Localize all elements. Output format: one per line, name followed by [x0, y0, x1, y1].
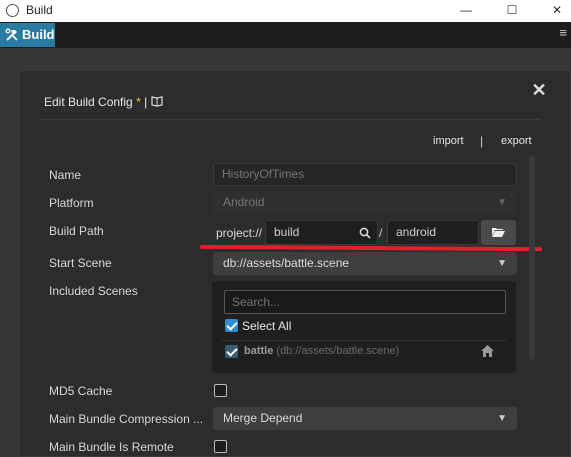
- chevron-down-icon: ▼: [497, 413, 507, 424]
- platform-select[interactable]: Android ▼: [213, 191, 517, 214]
- start-scene-select[interactable]: db://assets/battle.scene ▼: [213, 252, 517, 275]
- is-remote-label: Main Bundle Is Remote: [49, 440, 174, 454]
- md5-cache-label: MD5 Cache: [49, 384, 113, 398]
- panel-tabbar: [0, 22, 571, 48]
- build-path-input[interactable]: build: [265, 220, 378, 245]
- dialog-scrollbar[interactable]: [529, 155, 535, 360]
- scene-item-name: battle: [244, 345, 274, 357]
- title-divider: [40, 119, 540, 120]
- maximize-button[interactable]: ☐: [492, 0, 532, 22]
- build-path-label: Build Path: [49, 224, 104, 238]
- tab-build[interactable]: Build: [0, 23, 55, 47]
- chevron-down-icon: ▼: [497, 197, 507, 208]
- window-title: Build: [26, 3, 53, 17]
- scene-item-path: (db://assets/battle.scene): [276, 345, 400, 357]
- build-path-value: build: [274, 225, 300, 239]
- modified-marker: *: [136, 95, 141, 109]
- chevron-down-icon: ▼: [497, 258, 507, 269]
- compression-label: Main Bundle Compression ...: [49, 412, 204, 426]
- build-path-separator: /: [379, 226, 383, 240]
- scene-item[interactable]: battle (db://assets/battle.scene): [244, 345, 399, 357]
- md5-cache-checkbox[interactable]: [214, 384, 227, 397]
- panel-menu-icon[interactable]: ≡: [559, 26, 567, 40]
- book-icon[interactable]: [150, 96, 163, 107]
- browse-folder-button[interactable]: [481, 220, 516, 245]
- scene-item-checkbox[interactable]: [225, 345, 238, 358]
- search-icon[interactable]: [359, 227, 371, 239]
- title-separator: |: [144, 95, 148, 109]
- platform-label: Platform: [49, 196, 94, 210]
- select-all-label[interactable]: Select All: [242, 319, 291, 333]
- dialog-close-button[interactable]: ✕: [531, 81, 547, 99]
- link-separator: |: [480, 134, 484, 148]
- tab-build-label: Build: [22, 27, 55, 42]
- home-icon[interactable]: [481, 345, 494, 357]
- start-scene-label: Start Scene: [49, 256, 112, 270]
- compression-value: Merge Depend: [223, 411, 303, 425]
- folder-icon: [492, 228, 505, 237]
- name-value: HistoryOfTimes: [222, 167, 305, 181]
- window-titlebar: Build — ☐ ✕: [0, 0, 571, 22]
- select-all-checkbox[interactable]: [225, 319, 238, 332]
- build-subdir-value: android: [396, 225, 437, 239]
- close-window-button[interactable]: ✕: [537, 0, 571, 22]
- hammer-wrench-icon: [5, 28, 18, 41]
- platform-value: Android: [223, 195, 265, 209]
- build-path-prefix: project://: [216, 226, 263, 240]
- scene-search-input[interactable]: [224, 290, 506, 314]
- import-link[interactable]: import: [433, 135, 464, 147]
- start-scene-value: db://assets/battle.scene: [223, 256, 350, 270]
- scene-divider: [222, 340, 506, 341]
- name-label: Name: [49, 168, 82, 182]
- included-scenes-label: Included Scenes: [49, 284, 138, 298]
- export-link[interactable]: export: [501, 135, 532, 147]
- minimize-button[interactable]: —: [446, 0, 486, 22]
- name-field[interactable]: HistoryOfTimes: [213, 163, 517, 186]
- compression-select[interactable]: Merge Depend ▼: [213, 407, 517, 430]
- dialog-title: Edit Build Config * |: [44, 95, 163, 109]
- dialog-title-text: Edit Build Config: [44, 95, 133, 109]
- is-remote-checkbox[interactable]: [214, 440, 227, 453]
- build-subdir-input[interactable]: android: [387, 220, 479, 245]
- app-logo-icon: [6, 4, 19, 17]
